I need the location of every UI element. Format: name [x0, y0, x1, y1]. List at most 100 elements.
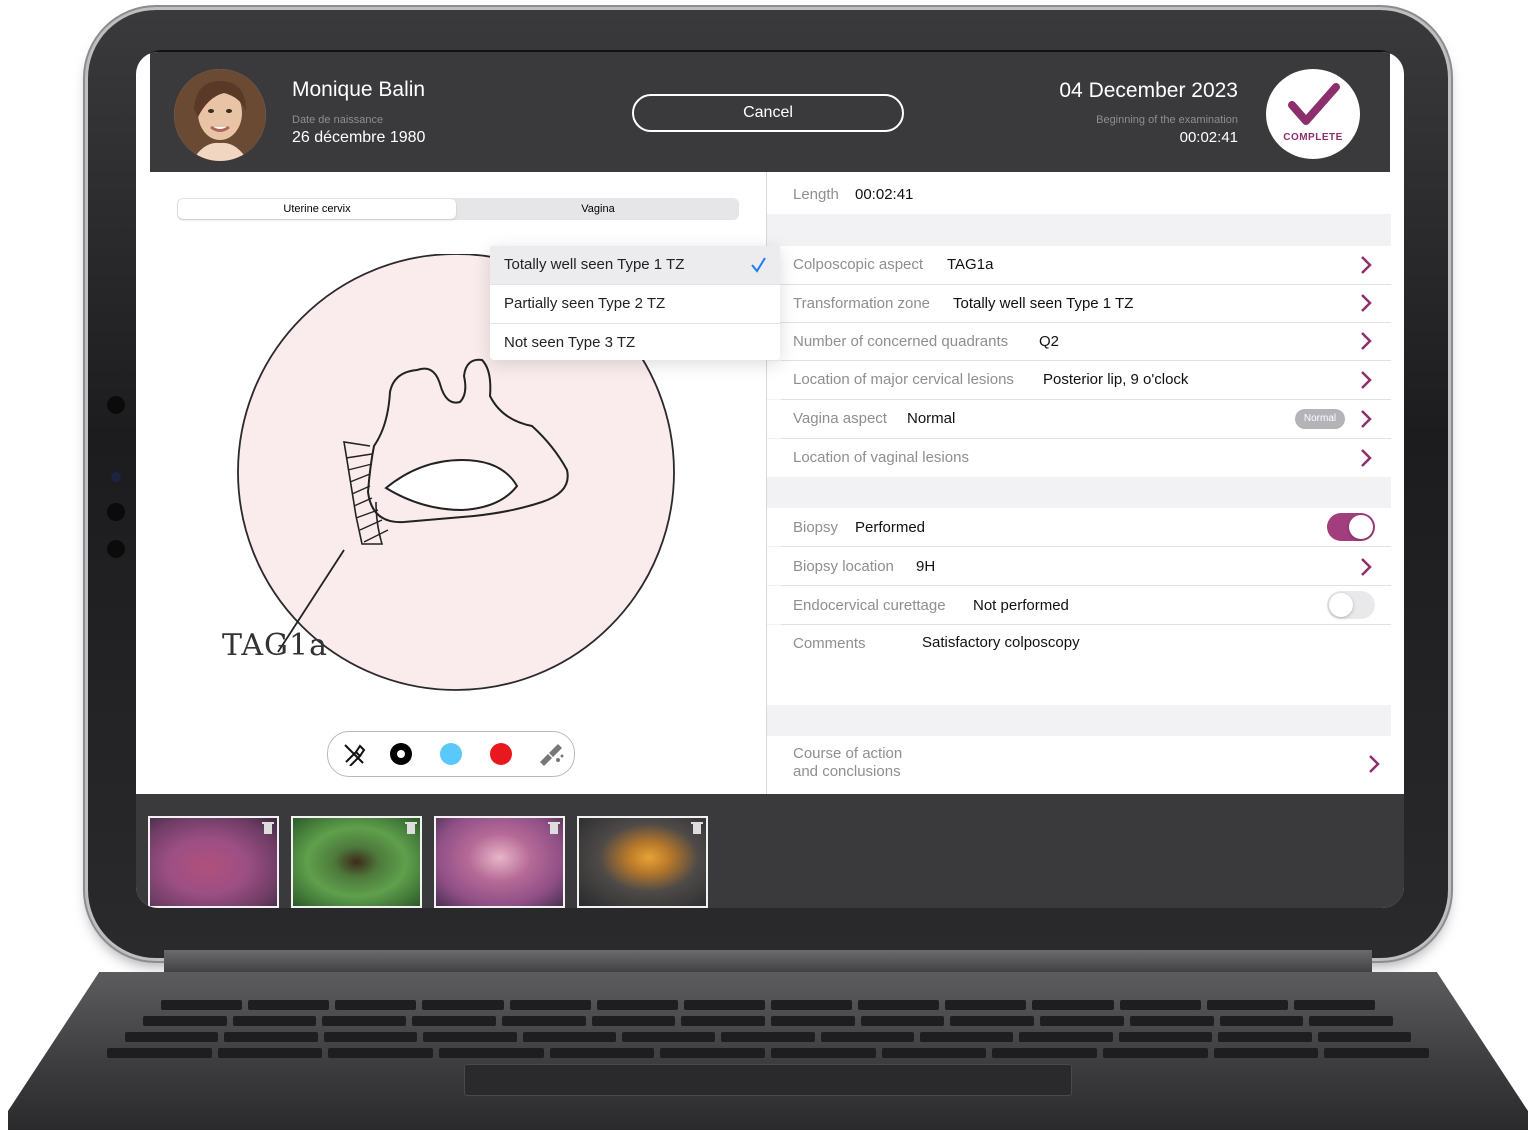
vagina-aspect-row[interactable]: Vagina aspect Normal Normal — [767, 400, 1391, 438]
keyboard-key[interactable] — [920, 1032, 1014, 1042]
trackpad[interactable] — [464, 1064, 1072, 1096]
keyboard-key[interactable] — [1317, 1032, 1411, 1042]
eraser-icon[interactable] — [342, 742, 366, 766]
keyboard-key[interactable] — [881, 1048, 987, 1058]
keyboard-key[interactable] — [1219, 1016, 1304, 1026]
red-pen-button[interactable] — [490, 743, 512, 765]
keyboard-key[interactable] — [1218, 1032, 1312, 1042]
keyboard-key[interactable] — [721, 1032, 815, 1042]
keyboard-key[interactable] — [660, 1048, 765, 1058]
keyboard-key[interactable] — [125, 1032, 219, 1042]
keyboard-key[interactable] — [681, 1016, 765, 1026]
keyboard-key[interactable] — [1129, 1016, 1214, 1026]
keyboard-key[interactable] — [423, 1032, 517, 1042]
transformation-zone-row[interactable]: Transformation zone Totally well seen Ty… — [767, 285, 1391, 322]
toggle-knob — [1329, 593, 1353, 617]
course-label-line1: Course of action — [793, 745, 903, 762]
keyboard-key[interactable] — [820, 1032, 915, 1042]
sensor-dot — [111, 472, 121, 482]
dropdown-option-type1[interactable]: Totally well seen Type 1 TZ — [490, 246, 780, 285]
colposcopic-aspect-row[interactable]: Colposcopic aspect TAG1a — [767, 246, 1391, 284]
colposcopic-aspect-value: TAG1a — [947, 256, 994, 273]
keyboard-key[interactable] — [1213, 1048, 1319, 1058]
keyboard-key[interactable] — [1118, 1032, 1213, 1042]
keyboard-key[interactable] — [248, 1000, 330, 1010]
keyboard-key[interactable] — [1293, 1000, 1375, 1010]
keyboard-key[interactable] — [683, 1000, 765, 1010]
keyboard-key[interactable] — [1119, 1000, 1201, 1010]
keyboard-key[interactable] — [771, 1000, 853, 1010]
comments-value: Satisfactory colposcopy — [922, 634, 1080, 651]
thumbnail-image-4[interactable] — [577, 816, 708, 908]
keyboard-key[interactable] — [1206, 1000, 1288, 1010]
keyboard-key[interactable] — [224, 1032, 318, 1042]
quadrants-row[interactable]: Number of concerned quadrants Q2 — [767, 323, 1391, 360]
biopsy-toggle[interactable] — [1327, 513, 1375, 541]
keyboard-key[interactable] — [1040, 1016, 1124, 1026]
keyboard-key[interactable] — [860, 1016, 945, 1026]
complete-status-badge[interactable]: COMPLETE — [1266, 69, 1360, 159]
keyboard-key[interactable] — [950, 1016, 1035, 1026]
keyboard-key[interactable] — [161, 1000, 243, 1010]
transformation-zone-value: Totally well seen Type 1 TZ — [953, 295, 1134, 312]
keyboard-key[interactable] — [1309, 1016, 1393, 1026]
keyboard-key[interactable] — [335, 1000, 417, 1010]
keyboard-key[interactable] — [322, 1016, 407, 1026]
keyboard-key[interactable] — [771, 1048, 876, 1058]
trash-icon[interactable] — [405, 821, 417, 835]
keyboard-key[interactable] — [143, 1016, 227, 1026]
comments-row[interactable]: Comments Satisfactory colposcopy — [767, 625, 1391, 705]
vaginal-lesions-row[interactable]: Location of vaginal lesions — [767, 439, 1391, 477]
cancel-button[interactable]: Cancel — [632, 94, 904, 132]
keyboard-key[interactable] — [501, 1016, 586, 1026]
segment-uterine-cervix[interactable]: Uterine cervix — [178, 199, 456, 219]
segment-vagina[interactable]: Vagina — [458, 199, 738, 219]
curettage-label: Endocervical curettage — [793, 597, 946, 614]
trash-icon[interactable] — [548, 821, 560, 835]
keyboard-key[interactable] — [992, 1048, 1097, 1058]
keyboard-key[interactable] — [522, 1032, 616, 1042]
thumbnail-image-2[interactable] — [291, 816, 422, 908]
keyboard-key[interactable] — [509, 1000, 591, 1010]
thumbnail-image-1[interactable] — [148, 816, 279, 908]
keyboard-key[interactable] — [549, 1048, 655, 1058]
biopsy-label: Biopsy — [793, 519, 839, 536]
trash-icon[interactable] — [691, 821, 703, 835]
keyboard-key[interactable] — [439, 1048, 544, 1058]
keyboard-key[interactable] — [621, 1032, 716, 1042]
complete-status-text: COMPLETE — [1283, 132, 1343, 143]
trash-icon[interactable] — [262, 821, 274, 835]
dropdown-option-label: Partially seen Type 2 TZ — [504, 295, 666, 312]
course-of-action-row[interactable]: Course of action and conclusions — [767, 736, 1391, 794]
keyboard-key[interactable] — [412, 1016, 496, 1026]
dropdown-option-type3[interactable]: Not seen Type 3 TZ — [490, 324, 780, 362]
major-lesions-row[interactable]: Location of major cervical lesions Poste… — [767, 361, 1391, 399]
dropdown-option-type2[interactable]: Partially seen Type 2 TZ — [490, 285, 780, 324]
blue-pen-button[interactable] — [440, 743, 462, 765]
exam-date: 04 December 2023 — [1059, 79, 1238, 102]
biopsy-location-row[interactable]: Biopsy location 9H — [767, 547, 1391, 585]
keyboard-key[interactable] — [232, 1016, 317, 1026]
thumbnail-image-3[interactable] — [434, 816, 565, 908]
selected-indicator — [397, 750, 405, 758]
keyboard-key[interactable] — [217, 1048, 323, 1058]
keyboard-key[interactable] — [328, 1048, 433, 1058]
clear-canvas-icon[interactable] — [538, 742, 564, 766]
keyboard-key[interactable] — [107, 1048, 212, 1058]
check-icon — [751, 257, 766, 273]
chevron-right-icon — [1361, 410, 1372, 428]
keyboard-key[interactable] — [1032, 1000, 1114, 1010]
keyboard-key[interactable] — [591, 1016, 676, 1026]
keyboard-key[interactable] — [323, 1032, 418, 1042]
keyboard-key[interactable] — [771, 1016, 855, 1026]
keyboard-key[interactable] — [596, 1000, 678, 1010]
curettage-toggle[interactable] — [1327, 591, 1375, 619]
keyboard-key[interactable] — [1324, 1048, 1429, 1058]
image-thumbnail-strip — [136, 794, 1404, 908]
keyboard-key[interactable] — [1103, 1048, 1208, 1058]
keyboard-key[interactable] — [1019, 1032, 1113, 1042]
keyboard-key[interactable] — [945, 1000, 1027, 1010]
black-pen-button[interactable] — [390, 743, 412, 765]
keyboard-key[interactable] — [858, 1000, 940, 1010]
keyboard-key[interactable] — [422, 1000, 504, 1010]
